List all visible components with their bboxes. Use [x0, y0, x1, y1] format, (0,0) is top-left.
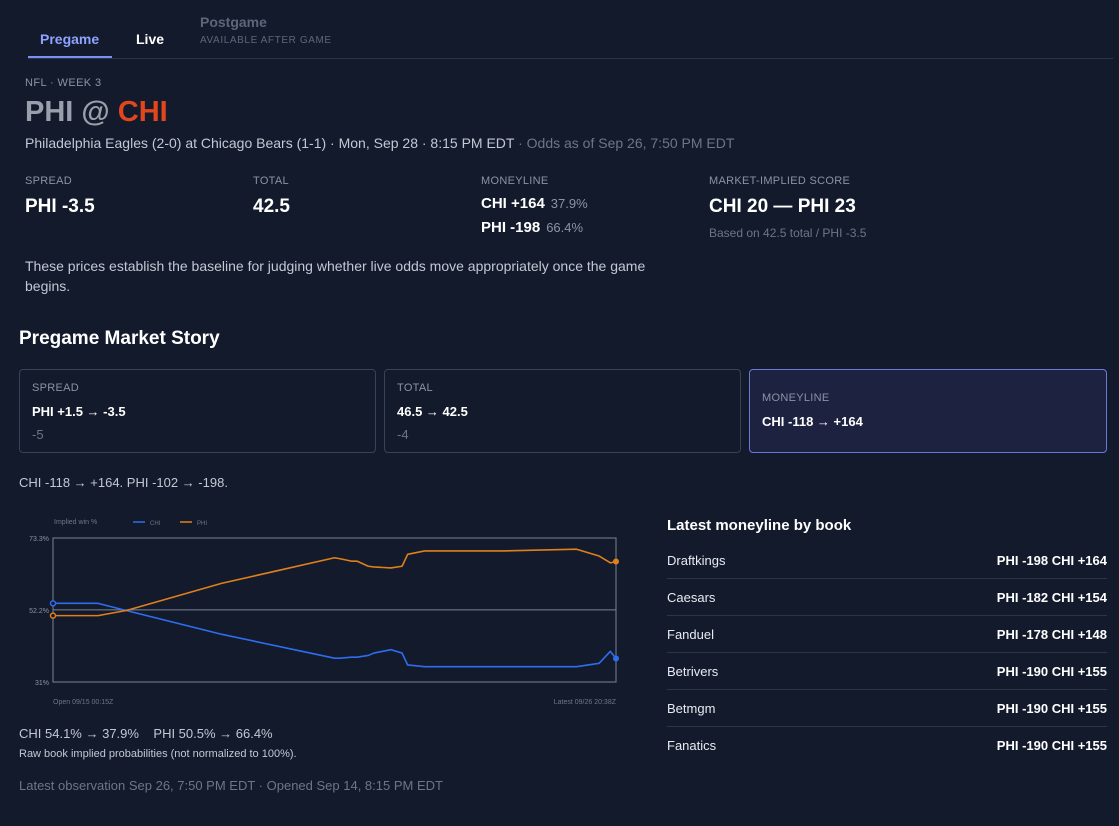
at-sign: @ — [81, 96, 110, 128]
book-name: Fanduel — [667, 626, 714, 642]
book-row: Fanatics PHI -190 CHI +155 — [667, 727, 1107, 763]
implied-win-chart: 73.3% 52.2% 31% Implied win % CHI PHI Open 09/… — [18, 508, 628, 708]
story-card-label: MONEYLINE — [762, 392, 830, 404]
moneyline-label: MONEYLINE — [481, 175, 549, 187]
tab-live[interactable]: Live — [136, 31, 164, 47]
odds-timestamp: · Odds as of Sep 26, 7:50 PM EDT — [514, 135, 735, 151]
total-value: 42.5 — [253, 196, 290, 217]
game-details: Philadelphia Eagles (2-0) at Chicago Bea… — [25, 135, 515, 151]
book-row: Betmgm PHI -190 CHI +155 — [667, 690, 1107, 727]
game-info: Philadelphia Eagles (2-0) at Chicago Bea… — [25, 135, 734, 151]
legend-label: CHI — [150, 521, 161, 527]
story-card-label: SPREAD — [32, 382, 80, 394]
start-point-phi — [49, 612, 57, 619]
moneyline-stat: MONEYLINE CHI +164 37.9% PHI -198 66.4% — [481, 175, 588, 236]
tab-postgame-sublabel: AVAILABLE AFTER GAME — [200, 35, 332, 46]
story-card-delta: -4 — [397, 427, 409, 442]
spread-label: SPREAD — [25, 175, 73, 187]
moneyline-phi: PHI -198 66.4% — [481, 219, 588, 236]
market-story-summary: CHI -118 → +164. PHI -102 → -198. — [19, 475, 228, 490]
tab-postgame-label: Postgame — [200, 14, 267, 30]
story-card-total[interactable]: TOTAL 46.5 → 42.5 -4 — [384, 369, 741, 453]
book-row: Fanduel PHI -178 CHI +148 — [667, 616, 1107, 653]
y-tick-label: 73.3% — [29, 536, 49, 543]
x-tick-label: Open 09/15 00:15Z — [53, 699, 114, 706]
implied-score-note: Based on 42.5 total / PHI -3.5 — [709, 226, 867, 240]
book-name: Draftkings — [667, 552, 726, 568]
book-odds: PHI -182 CHI +154 — [996, 589, 1107, 605]
story-card-value: CHI -118 → +164 — [762, 414, 863, 429]
chart-svg: 73.3% 52.2% 31% Implied win % CHI PHI Open 09/… — [29, 519, 619, 706]
y-tick-label: 52.2% — [29, 608, 49, 615]
active-tab-indicator — [28, 56, 112, 58]
moneyline-chi-pct: 37.9% — [550, 196, 588, 211]
implied-score-value: CHI 20 — PHI 23 — [709, 196, 856, 217]
end-point-phi — [613, 558, 619, 565]
total-label: TOTAL — [253, 175, 289, 187]
baseline-description: These prices establish the baseline for … — [25, 258, 646, 294]
moneyline-phi-pct: 66.4% — [546, 220, 584, 235]
y-axis-label: Implied win % — [54, 519, 97, 526]
book-name: Betrivers — [667, 663, 719, 679]
page-title: PHI @ CHI — [25, 96, 168, 129]
story-card-value: 46.5 → 42.5 — [397, 404, 468, 419]
y-tick-label: 31% — [35, 680, 49, 687]
book-row: Betrivers PHI -190 CHI +155 — [667, 653, 1107, 690]
book-name: Caesars — [667, 589, 716, 605]
moneyline-phi-odds: PHI -198 — [481, 219, 541, 236]
market-story-title: Pregame Market Story — [19, 328, 220, 349]
series-line-phi — [53, 548, 617, 617]
story-card-delta: -5 — [32, 427, 44, 442]
book-row: Draftkings PHI -198 CHI +164 — [667, 542, 1107, 579]
home-team: CHI — [117, 96, 168, 128]
tab-postgame: Postgame AVAILABLE AFTER GAME — [200, 14, 332, 46]
total-stat: TOTAL 42.5 — [253, 175, 290, 218]
spread-value: PHI -3.5 — [25, 196, 95, 217]
book-table: Draftkings PHI -198 CHI +164 Caesars PHI -1… — [667, 542, 1107, 763]
book-odds: PHI -190 CHI +155 — [996, 663, 1107, 679]
book-name: Betmgm — [667, 700, 716, 716]
story-card-value: PHI +1.5 → -3.5 — [32, 404, 126, 419]
book-row: Caesars PHI -182 CHI +154 — [667, 579, 1107, 616]
end-point-chi — [613, 655, 619, 662]
book-table-title: Latest moneyline by book — [667, 517, 852, 534]
book-odds: PHI -190 CHI +155 — [996, 737, 1107, 753]
book-odds: PHI -178 CHI +148 — [996, 626, 1107, 642]
moneyline-chi: CHI +164 37.9% — [481, 195, 588, 212]
x-tick-label: Latest 09/26 20:38Z — [554, 699, 617, 706]
league-week: NFL · WEEK 3 — [25, 77, 102, 89]
series-line-chi — [53, 602, 617, 668]
start-point-chi — [49, 600, 57, 607]
book-odds: PHI -190 CHI +155 — [996, 700, 1107, 716]
implied-score-label: MARKET-IMPLIED SCORE — [709, 175, 851, 187]
moneyline-chi-odds: CHI +164 — [481, 195, 545, 212]
book-odds: PHI -198 CHI +164 — [996, 552, 1107, 568]
story-card-spread[interactable]: SPREAD PHI +1.5 → -3.5 -5 — [19, 369, 376, 453]
book-name: Fanatics — [667, 737, 717, 753]
story-card-label: TOTAL — [397, 382, 433, 394]
spread-stat: SPREAD PHI -3.5 — [25, 175, 95, 218]
story-card-moneyline[interactable]: MONEYLINE CHI -118 → +164 — [749, 369, 1107, 453]
chart-caption: CHI 54.1% → 37.9% PHI 50.5% → 66.4% — [19, 726, 273, 741]
away-team: PHI — [25, 96, 74, 128]
chart-note: Raw book implied probabilities (not norm… — [19, 748, 297, 760]
legend-label: PHI — [197, 521, 207, 527]
implied-score-stat: MARKET-IMPLIED SCORE CHI 20 — PHI 23 Bas… — [709, 175, 866, 240]
observation-footer: Latest observation Sep 26, 7:50 PM EDT ·… — [19, 778, 443, 793]
tab-pregame[interactable]: Pregame — [40, 31, 99, 47]
tab-bar: Pregame Live Postgame AVAILABLE AFTER GA… — [28, 0, 1113, 59]
